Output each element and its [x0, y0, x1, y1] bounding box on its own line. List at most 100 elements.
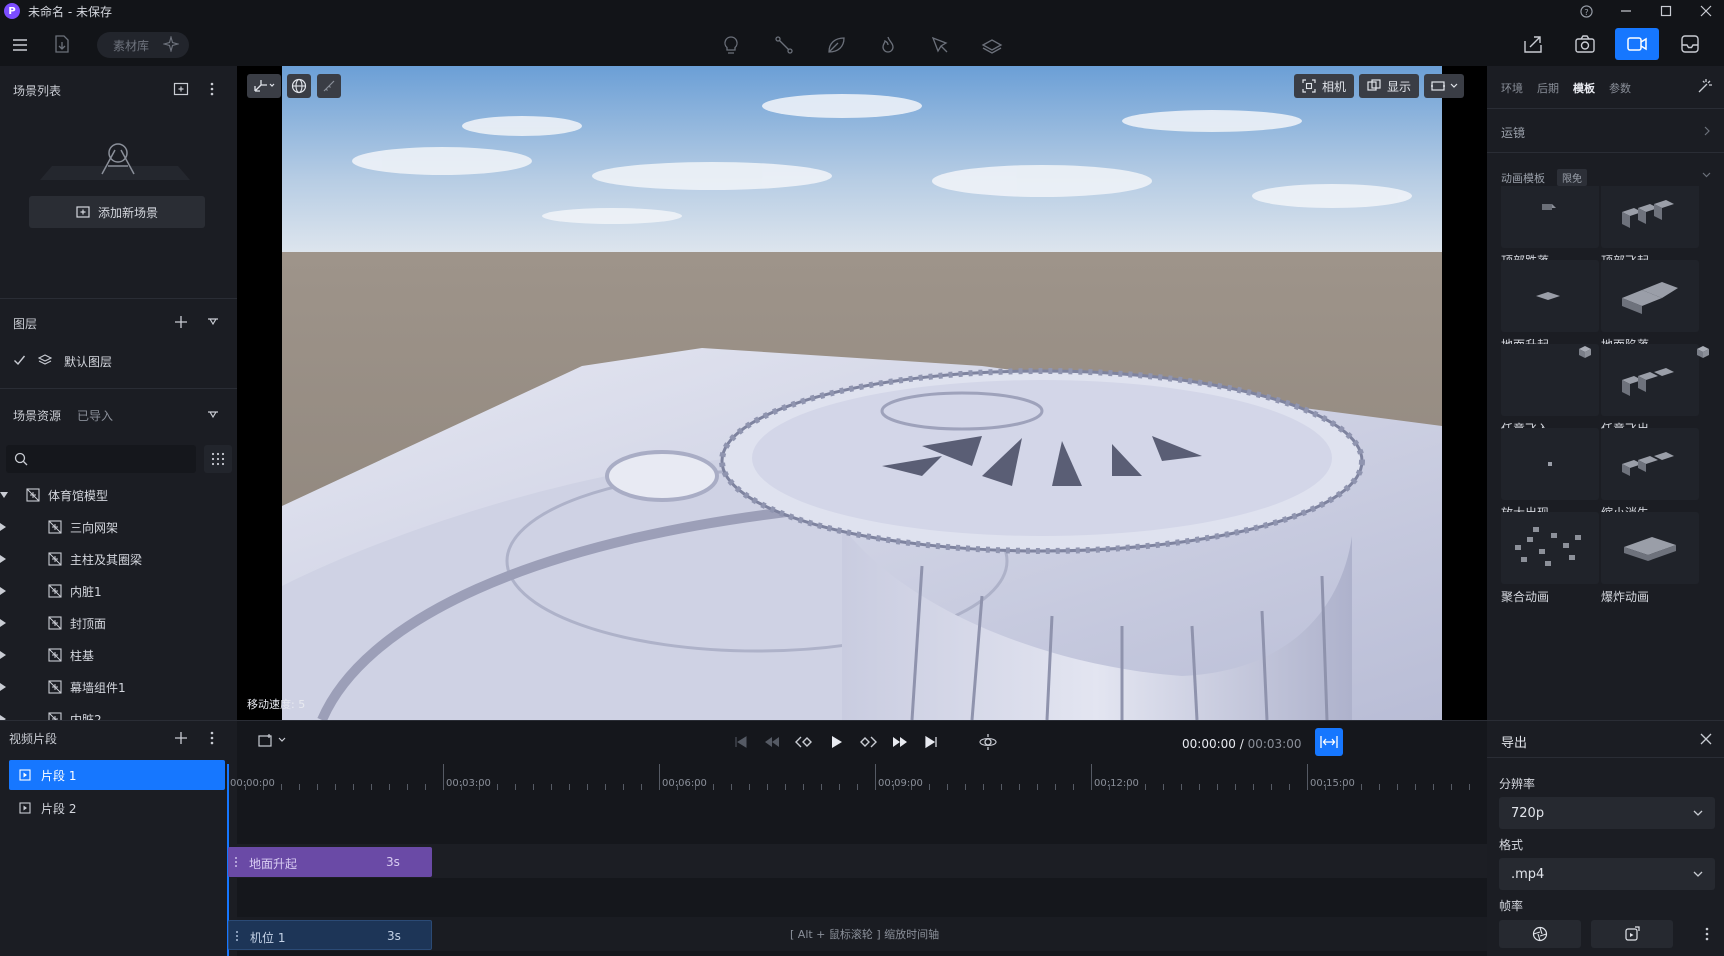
ruler-tick [749, 784, 750, 790]
template-thumbnail [1601, 512, 1699, 584]
assets-filter-icon[interactable] [207, 410, 219, 420]
caret-right-icon[interactable] [0, 523, 6, 531]
clip-item[interactable]: 片段 1 [9, 760, 225, 790]
save-file-icon[interactable] [52, 34, 72, 54]
display-button[interactable]: 显示 [1359, 74, 1420, 98]
tree-item[interactable]: 幕墙组件1 [0, 671, 237, 703]
tab-1[interactable]: 后期 [1537, 80, 1559, 96]
close-export-icon[interactable] [1700, 733, 1712, 745]
template-item[interactable]: 聚合动画 [1501, 512, 1601, 605]
template-item[interactable]: 顶部跌落 [1501, 186, 1601, 269]
viewport[interactable]: 相机 显示 移动速度: 5 [237, 66, 1487, 720]
tab-0[interactable]: 环境 [1501, 80, 1523, 96]
tree-item[interactable]: 柱基 [0, 639, 237, 671]
next-keyframe-icon[interactable] [859, 735, 877, 749]
minimize-icon[interactable] [1618, 3, 1634, 19]
pen-tool-icon[interactable] [929, 34, 951, 56]
export-video-button[interactable] [1591, 920, 1673, 948]
tab-2[interactable]: 模板 [1573, 80, 1595, 96]
add-scene-button[interactable]: 添加新场景 [29, 196, 205, 228]
caret-right-icon[interactable] [0, 651, 6, 659]
imported-tab[interactable]: 已导入 [77, 407, 113, 424]
layer-filter-icon[interactable] [207, 317, 219, 327]
video-record-button[interactable] [1615, 28, 1659, 60]
fit-timeline-button[interactable] [1315, 728, 1343, 756]
fast-forward-icon[interactable] [892, 735, 908, 749]
model-icon [48, 520, 62, 534]
close-icon[interactable] [1698, 3, 1714, 19]
transform-gizmo-icon[interactable] [247, 74, 281, 98]
template-item[interactable]: 地面升起 [1501, 260, 1601, 353]
leaf-icon[interactable] [825, 34, 847, 56]
clips-more-icon[interactable] [209, 730, 215, 746]
globe-icon[interactable] [287, 74, 311, 98]
caret-right-icon[interactable] [0, 555, 6, 563]
orbit-icon[interactable] [979, 733, 997, 751]
skip-start-icon[interactable] [733, 735, 749, 749]
caret-right-icon[interactable] [0, 587, 6, 595]
tree-item[interactable]: 主柱及其圈梁 [0, 543, 237, 575]
template-item[interactable]: 任意飞出 [1601, 344, 1701, 437]
skip-end-icon[interactable] [923, 735, 939, 749]
library-pill[interactable]: 素材库 [97, 32, 189, 58]
tree-item[interactable]: 内脏1 [0, 575, 237, 607]
template-item[interactable]: 爆炸动画 [1601, 512, 1701, 605]
path-tool-icon[interactable] [773, 34, 795, 56]
checkmark-icon[interactable] [13, 354, 26, 366]
chevron-right-icon[interactable] [1704, 126, 1710, 136]
menu-icon[interactable] [10, 36, 30, 54]
caret-right-icon[interactable] [0, 619, 6, 627]
sparkle-icon[interactable] [163, 36, 179, 52]
prev-keyframe-icon[interactable] [795, 735, 813, 749]
magic-wand-icon[interactable] [1697, 78, 1713, 94]
add-scene-icon[interactable] [173, 82, 189, 96]
resolution-select[interactable]: 720p [1499, 797, 1715, 829]
template-item[interactable]: 缩小消失 [1601, 428, 1701, 521]
divider [1487, 757, 1724, 758]
tree-item[interactable]: 三向网架 [0, 511, 237, 543]
camera-clip[interactable]: 机位 1 3s [228, 920, 432, 950]
light-bulb-icon[interactable] [720, 34, 742, 56]
add-clip-icon[interactable] [173, 730, 189, 746]
default-layer-label[interactable]: 默认图层 [64, 353, 112, 370]
add-layer-icon[interactable] [173, 314, 189, 330]
share-icon[interactable] [1522, 33, 1544, 55]
render-view[interactable] [282, 66, 1442, 720]
render-settings-button[interactable] [1499, 920, 1581, 948]
clip-item[interactable]: 片段 2 [9, 793, 225, 823]
grid-view-button[interactable] [204, 445, 232, 473]
format-select[interactable]: .mp4 [1499, 858, 1715, 890]
template-item[interactable]: 顶部飞起 [1601, 186, 1701, 269]
assets-tab[interactable]: 场景资源 [13, 407, 61, 424]
layers-plane-icon[interactable] [981, 34, 1003, 56]
measure-icon[interactable] [317, 74, 341, 98]
tree-item[interactable]: 体育馆模型 [0, 479, 237, 511]
inbox-icon[interactable] [1679, 33, 1701, 55]
search-icon [14, 452, 28, 466]
view-mode-dropdown[interactable] [1424, 74, 1464, 98]
scene-more-icon[interactable] [209, 81, 215, 97]
camera-button[interactable]: 相机 [1294, 74, 1355, 98]
time-ruler[interactable]: 00:00:00 00:03:00 00:06:00 00:09:00 00:12:00… [227, 764, 1487, 792]
caret-right-icon[interactable] [0, 683, 6, 691]
fire-icon[interactable] [877, 34, 899, 56]
help-icon[interactable]: ? [1578, 3, 1594, 19]
camera-snapshot-icon[interactable] [1574, 33, 1596, 55]
asset-search-input[interactable] [6, 445, 196, 473]
tree-item[interactable]: 封顶面 [0, 607, 237, 639]
caret-down-icon[interactable] [0, 492, 8, 498]
animation-clip[interactable]: 地面升起 3s [228, 847, 432, 877]
play-icon[interactable] [828, 734, 844, 750]
tab-3[interactable]: 参数 [1609, 80, 1631, 96]
maximize-icon[interactable] [1658, 3, 1674, 19]
template-item[interactable]: 放大出现 [1501, 428, 1601, 521]
template-label: 聚合动画 [1501, 590, 1550, 604]
rewind-icon[interactable] [764, 735, 780, 749]
ruler-tick [659, 764, 660, 790]
export-more-icon[interactable] [1704, 926, 1710, 942]
motion-label[interactable]: 运镜 [1501, 124, 1525, 141]
tree-item[interactable]: 内脏2 [0, 703, 237, 720]
chevron-down-icon[interactable] [1702, 172, 1711, 178]
add-keyframe-dropdown[interactable] [258, 733, 286, 747]
template-item[interactable]: 地面陷落 [1601, 260, 1701, 353]
